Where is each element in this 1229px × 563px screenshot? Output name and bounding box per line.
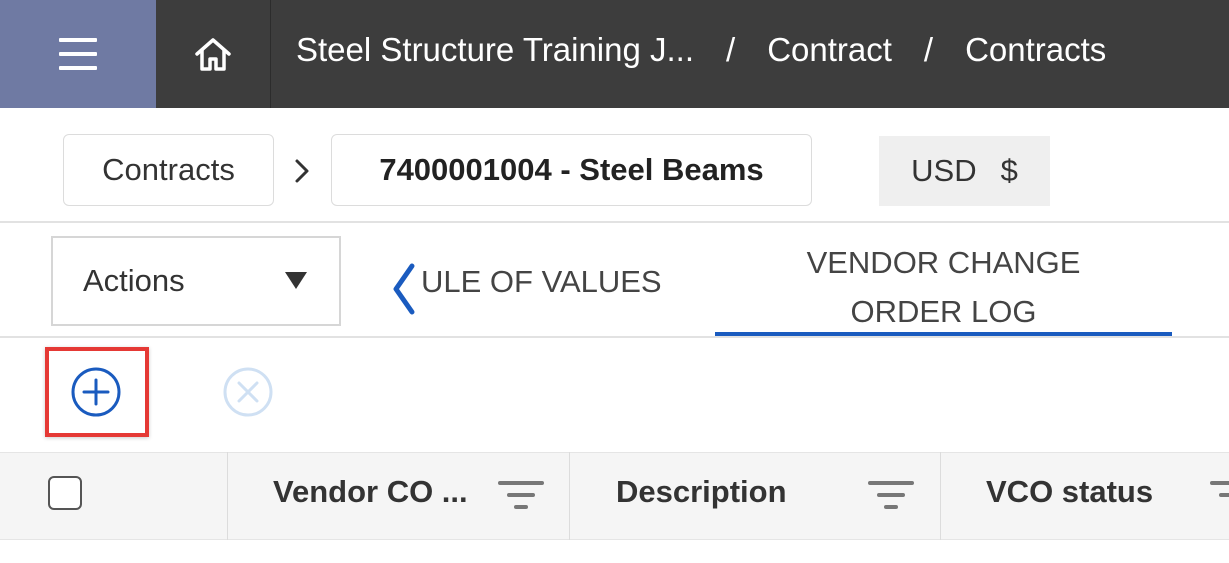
caret-down-icon bbox=[285, 272, 307, 289]
breadcrumb-contracts: Contracts bbox=[965, 31, 1107, 68]
column-header-vendor-co[interactable]: Vendor CO ... bbox=[273, 474, 468, 510]
contracts-link-button[interactable]: Contracts bbox=[63, 134, 274, 206]
tab-schedule-of-values[interactable]: ULE OF VALUES bbox=[421, 264, 662, 300]
breadcrumb-contract[interactable]: Contract bbox=[767, 31, 892, 69]
actions-dropdown-label: Actions bbox=[83, 263, 185, 298]
column-separator bbox=[940, 452, 941, 540]
filter-icon[interactable] bbox=[498, 478, 544, 512]
remove-circle-icon bbox=[223, 367, 273, 417]
home-icon bbox=[195, 38, 231, 71]
column-header-description[interactable]: Description bbox=[616, 474, 787, 510]
hamburger-icon bbox=[59, 38, 97, 70]
tab-vco-label-line2: ORDER LOG bbox=[850, 294, 1037, 329]
actions-dropdown[interactable]: Actions bbox=[51, 236, 341, 326]
tab-scroll-left-icon[interactable] bbox=[388, 262, 418, 316]
contracts-link-label: Contracts bbox=[102, 152, 235, 187]
column-separator bbox=[227, 452, 228, 540]
filter-icon[interactable] bbox=[868, 478, 914, 512]
tabs-divider bbox=[0, 336, 1229, 338]
breadcrumb: Steel Structure Training J... / Contract… bbox=[296, 0, 1106, 100]
tab-vendor-change-order-log[interactable]: VENDOR CHANGE ORDER LOG bbox=[715, 238, 1172, 336]
breadcrumb-separator: / bbox=[726, 31, 736, 68]
filter-icon[interactable] bbox=[1210, 478, 1229, 512]
column-separator bbox=[569, 452, 570, 540]
currency-badge: USD $ bbox=[879, 136, 1050, 206]
chevron-right-icon bbox=[295, 159, 309, 183]
breadcrumb-separator: / bbox=[923, 31, 934, 68]
tab-schedule-of-values-label: ULE OF VALUES bbox=[421, 264, 662, 299]
tab-vco-label-line1: VENDOR CHANGE bbox=[806, 245, 1081, 280]
home-button[interactable] bbox=[156, 0, 271, 108]
currency-code: USD bbox=[911, 153, 977, 188]
current-contract-pill: 7400001004 - Steel Beams bbox=[331, 134, 812, 206]
column-header-vco-status[interactable]: VCO status bbox=[986, 474, 1153, 510]
currency-symbol: $ bbox=[1000, 153, 1018, 188]
top-app-bar: Steel Structure Training J... / Contract… bbox=[0, 0, 1229, 108]
section-divider bbox=[0, 221, 1229, 223]
current-contract-label: 7400001004 - Steel Beams bbox=[379, 152, 764, 187]
breadcrumb-project[interactable]: Steel Structure Training J... bbox=[296, 31, 694, 69]
select-all-checkbox[interactable] bbox=[48, 476, 82, 510]
menu-button[interactable] bbox=[0, 0, 156, 108]
add-circle-icon[interactable] bbox=[70, 366, 122, 418]
